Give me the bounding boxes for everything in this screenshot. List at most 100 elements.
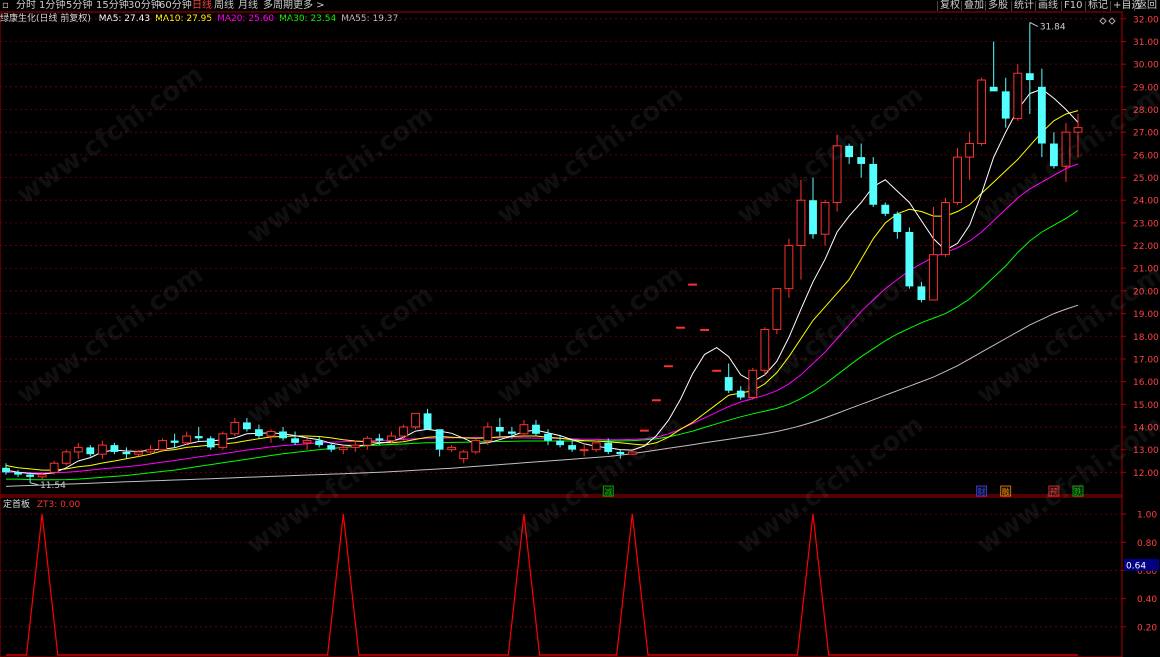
price-axis-label: 18.00 [1133, 333, 1159, 343]
candle [2, 463, 10, 475]
candle-body-up [748, 369, 758, 398]
candle-body-up [37, 474, 47, 478]
candle-body-up [158, 440, 167, 451]
price-axis-label: 23.00 [1133, 219, 1159, 229]
candle [965, 132, 975, 180]
ma30-line [6, 210, 1079, 481]
candle [544, 429, 552, 446]
event-marker-3: 预 [1050, 487, 1058, 497]
candle-body-up [688, 283, 697, 286]
candle-body-up [652, 399, 661, 402]
candle [676, 326, 685, 329]
candle [86, 445, 95, 457]
candle-body-up [338, 446, 348, 451]
candle [97, 440, 107, 459]
price-axis-label: 20.00 [1133, 287, 1159, 297]
candle [206, 436, 215, 450]
candle-body-down [315, 440, 324, 446]
candle-body-down [279, 431, 287, 439]
indicator-name: 定首板 [3, 500, 31, 510]
candle [989, 41, 998, 92]
candle [905, 227, 914, 289]
candle-body-up [639, 429, 649, 432]
candle [279, 426, 287, 441]
kline-chart[interactable]: 32.00 31.00 30.00 29.00 28.00 27.00 26.00 25.00… [0, 0, 1160, 657]
candle-body-up [664, 365, 673, 368]
candle-body-up [1013, 72, 1023, 120]
price-axis-label: 22.00 [1133, 242, 1159, 252]
candle-body-up [820, 201, 830, 235]
candle [170, 433, 179, 448]
candle-body-up [483, 426, 493, 442]
price-axis-label: 21.00 [1133, 265, 1159, 275]
price-axis-label: 27.00 [1133, 129, 1159, 139]
candle [568, 440, 577, 452]
candle-body-down [423, 413, 432, 430]
candle-body-down [1049, 143, 1058, 167]
event-marker-2: 融 [1002, 487, 1010, 497]
candle [110, 442, 119, 455]
candle-body-up [471, 440, 481, 453]
candle [893, 211, 902, 239]
price-axis-label: 28.00 [1133, 106, 1159, 116]
candle [941, 197, 950, 257]
price-axis-label: 32.00 [1133, 15, 1159, 25]
candle [519, 420, 529, 437]
indicator-title: 定首板 ZT3: 0.00 [3, 499, 80, 511]
candle-body-down [14, 472, 22, 475]
candle [194, 426, 203, 441]
candle [146, 445, 155, 455]
main-panel-frame [0, 11, 1123, 496]
candle-body-up [362, 437, 372, 446]
candle-body-down [242, 422, 251, 430]
candle [495, 417, 504, 437]
candle-body-up [350, 444, 360, 448]
candle [1013, 64, 1023, 121]
candle-body-down [905, 231, 914, 287]
candle [700, 328, 710, 331]
candle-body-down [869, 163, 878, 205]
candle [627, 451, 637, 455]
candle [652, 399, 661, 402]
event-marker-0: 减 [604, 487, 612, 497]
candle-body-up [941, 201, 950, 256]
candle-body-up [182, 435, 192, 444]
candle-body-down [2, 467, 10, 473]
price-axis-label: 25.00 [1133, 174, 1159, 184]
candle-body-down [1037, 86, 1046, 144]
candle [134, 449, 143, 457]
candle [230, 417, 240, 437]
candle [748, 368, 758, 400]
candle [447, 445, 457, 452]
candle-body-down [122, 451, 131, 455]
candle-body-down [435, 429, 444, 450]
candle [1037, 68, 1046, 158]
candle-body-down [736, 390, 745, 398]
candle [917, 281, 926, 303]
candle [639, 429, 649, 432]
ma55-line [5, 304, 1079, 487]
candle [423, 408, 432, 430]
indicator-axis-label: 0.20 [1137, 623, 1157, 633]
candle-body-up [712, 369, 722, 372]
candle-body-up [591, 442, 601, 451]
candle [411, 412, 420, 430]
candle [929, 207, 938, 301]
candle [712, 369, 722, 372]
price-axis-label: 26.00 [1133, 151, 1159, 161]
candle-body-down [809, 200, 817, 235]
candle [953, 148, 962, 205]
candle-body-up [447, 446, 457, 451]
candle-body-down [206, 438, 215, 448]
candle [857, 143, 866, 178]
candle [1061, 123, 1071, 183]
candle [796, 179, 806, 280]
candle-body-up [399, 426, 408, 437]
candle [73, 442, 83, 459]
candle-body-up [266, 431, 276, 437]
candle [122, 447, 131, 459]
candle-body-up [929, 254, 938, 301]
candle-body-down [507, 431, 516, 434]
high-pointer [1029, 21, 1039, 27]
candle-body-down [568, 445, 577, 450]
